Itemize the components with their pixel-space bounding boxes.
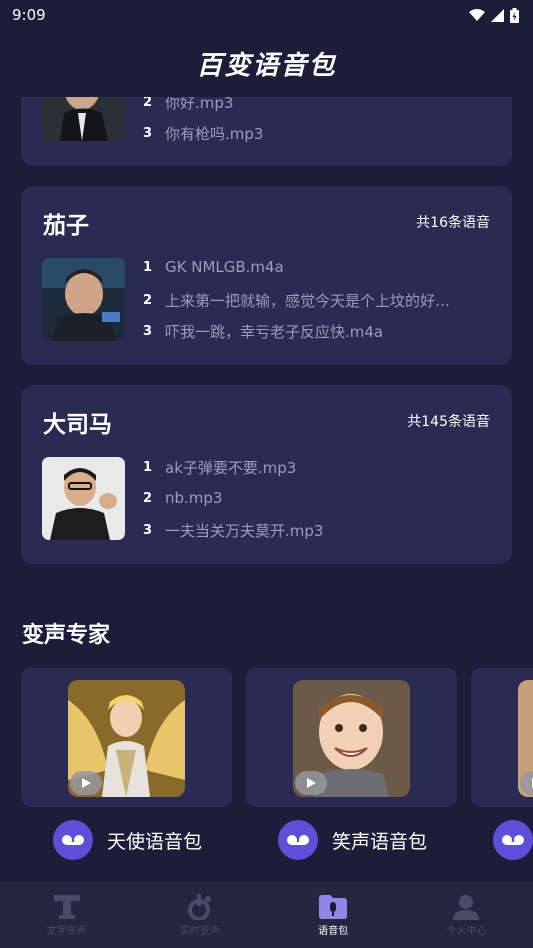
- bottom-nav: 文字变声 实时变声 语音包 个人中心: [0, 882, 533, 948]
- track-title: 上来第一把就输，感觉今天是个上坟的好…: [165, 292, 451, 310]
- expert-label[interactable]: 天使语音包: [53, 820, 202, 860]
- nav-item-profile[interactable]: 个人中心: [400, 882, 533, 948]
- track-item[interactable]: 3 吓我一跳，幸亏老子反应快.m4a: [143, 321, 488, 342]
- track-title: nb.mp3: [165, 489, 223, 507]
- scroll-content[interactable]: 2 你好.mp3 3 你有枪吗.mp3 茄子 共16条语音 1 GK NMLGB…: [0, 0, 533, 882]
- status-icons: [469, 7, 519, 23]
- track-number: 2: [143, 490, 153, 506]
- track-title: 你有枪吗.mp3: [165, 125, 264, 143]
- track-number: 3: [143, 324, 153, 339]
- expert-card[interactable]: [471, 668, 533, 807]
- play-icon: [307, 778, 316, 788]
- card-thumbnail: [42, 457, 125, 540]
- expert-label-text: 笑声语音包: [332, 830, 428, 853]
- signal-icon: [491, 8, 504, 22]
- track-number: 1: [143, 259, 153, 275]
- card-title: 大司马: [43, 412, 112, 438]
- voicemail-icon: [278, 820, 318, 860]
- nav-label: 语音包: [318, 926, 349, 937]
- voice-pack-icon: [319, 895, 348, 919]
- track-number: 1: [143, 460, 153, 475]
- track-number: 2: [143, 95, 153, 110]
- expert-image: [293, 680, 410, 797]
- voice-count: 共16条语音: [416, 215, 490, 231]
- nav-item-realtime-voice[interactable]: 实时变声: [133, 882, 266, 948]
- nav-label: 文字变声: [46, 926, 87, 937]
- track-item[interactable]: 1 GK NMLGB.m4a: [143, 258, 488, 276]
- nav-item-text-voice[interactable]: 文字变声: [0, 882, 133, 948]
- track-item[interactable]: 3 一夫当关万夫莫开.mp3: [143, 520, 488, 541]
- voice-pack-card[interactable]: 茄子 共16条语音 1 GK NMLGB.m4a 2 上来第一把就输，感觉今天是…: [21, 186, 512, 365]
- status-time: 9:09: [12, 6, 46, 24]
- expert-image: [68, 680, 185, 797]
- expert-label[interactable]: [493, 820, 533, 860]
- card-title: 茄子: [43, 213, 89, 239]
- track-item[interactable]: 1 ak子弹要不要.mp3: [143, 457, 488, 478]
- expert-card[interactable]: [246, 668, 457, 807]
- expert-label[interactable]: 笑声语音包: [278, 820, 427, 860]
- wifi-icon: [469, 8, 485, 21]
- nav-label: 实时变声: [179, 926, 220, 937]
- track-number: 3: [143, 523, 153, 538]
- voicemail-icon: [53, 820, 93, 860]
- track-number: 2: [143, 293, 153, 308]
- section-title: 变声专家: [22, 623, 111, 648]
- track-item[interactable]: 2 nb.mp3: [143, 489, 488, 507]
- track-item[interactable]: 2 上来第一把就输，感觉今天是个上坟的好…: [143, 290, 488, 311]
- expert-card[interactable]: [21, 668, 232, 807]
- status-bar: 9:09: [0, 0, 533, 30]
- track-title: 一夫当关万夫莫开.mp3: [165, 522, 324, 540]
- person-icon: [453, 895, 480, 920]
- track-title: GK NMLGB.m4a: [165, 258, 284, 276]
- nav-item-voice-pack[interactable]: 语音包: [267, 882, 400, 948]
- play-icon: [82, 778, 91, 788]
- track-title: ak子弹要不要.mp3: [165, 459, 297, 477]
- card-thumbnail: [42, 258, 125, 341]
- app-title: 百变语音包: [196, 51, 337, 81]
- app-header: 百变语音包: [0, 30, 533, 97]
- track-item[interactable]: 3 你有枪吗.mp3: [143, 123, 488, 144]
- track-title: 吓我一跳，幸亏老子反应快.m4a: [165, 323, 384, 341]
- nav-label: 个人中心: [446, 926, 487, 937]
- track-number: 3: [143, 126, 153, 141]
- battery-icon: [510, 7, 519, 23]
- voicemail-icon: [493, 820, 533, 860]
- expert-label-text: 天使语音包: [107, 830, 203, 853]
- expert-image: [518, 680, 533, 797]
- play-button[interactable]: [70, 771, 102, 795]
- play-button[interactable]: [295, 771, 327, 795]
- realtime-voice-icon: [187, 894, 211, 920]
- voice-count: 共145条语音: [407, 414, 490, 430]
- voice-pack-card[interactable]: 大司马 共145条语音 1 ak子弹要不要.mp3 2 nb.mp3 3 一夫当…: [21, 385, 512, 564]
- text-t-icon: [53, 895, 80, 919]
